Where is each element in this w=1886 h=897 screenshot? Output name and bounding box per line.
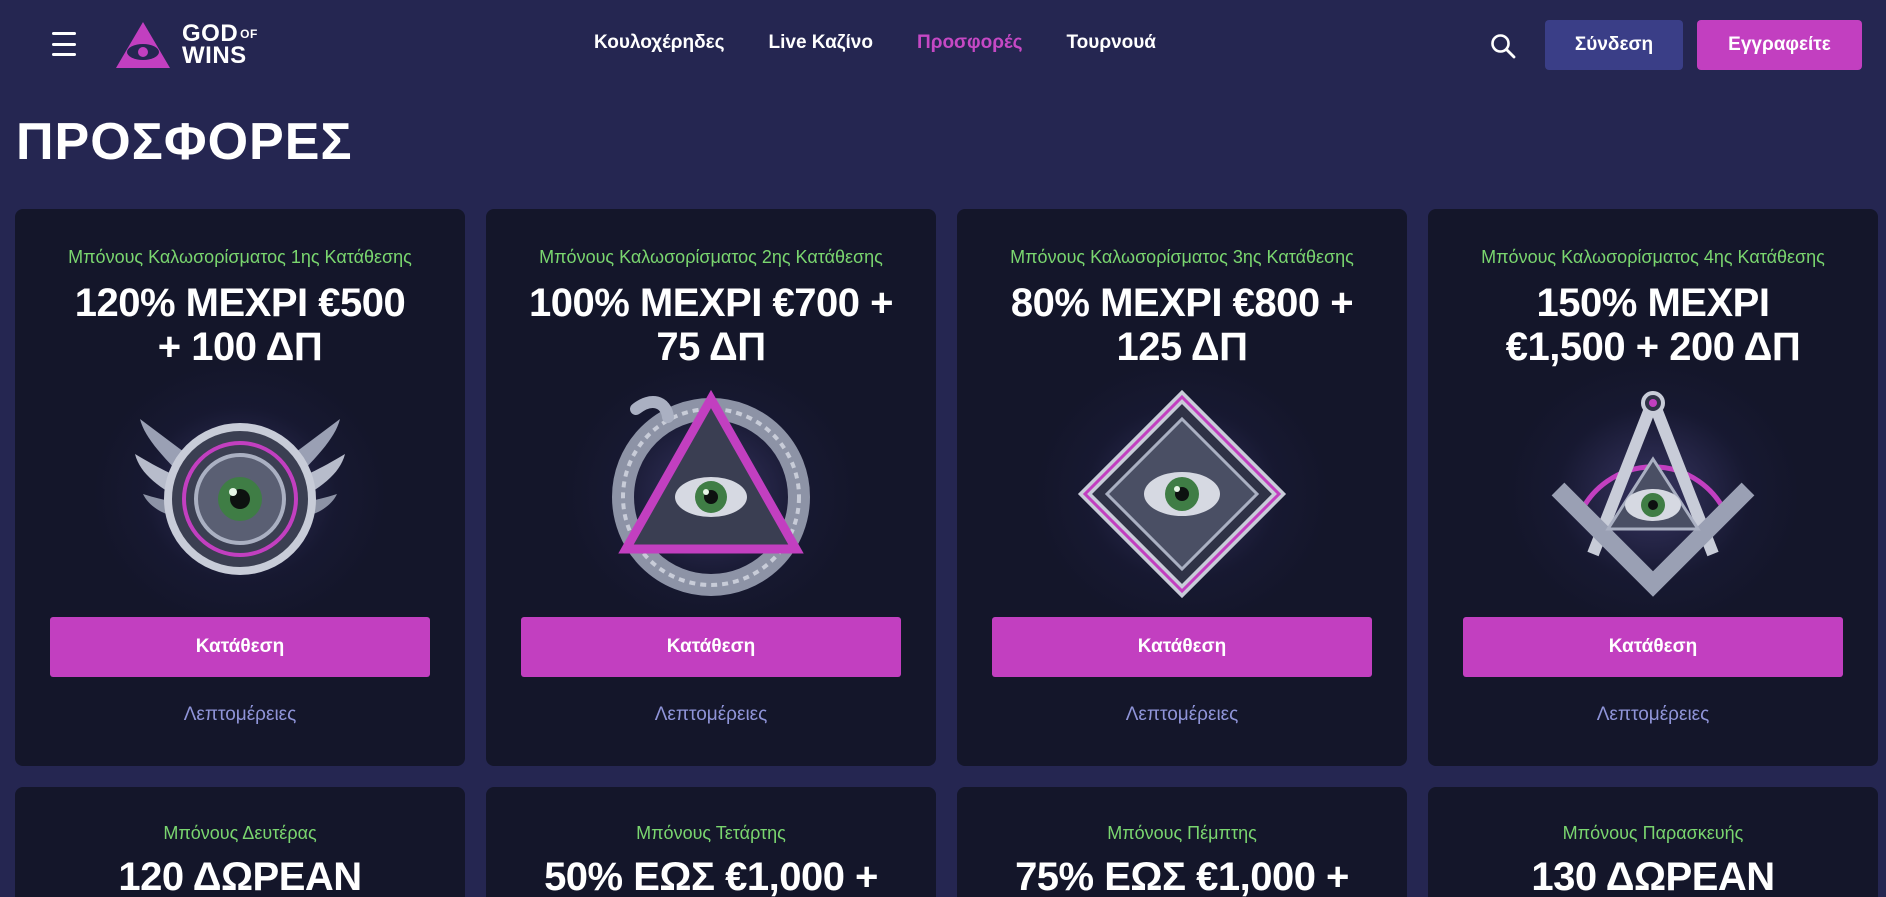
deposit-button[interactable]: Κατάθεση [992,617,1372,677]
deposit-button[interactable]: Κατάθεση [1463,617,1843,677]
login-button[interactable]: Σύνδεση [1545,20,1683,70]
offer-headline: 75% ΕΩΣ €1,000 + [1015,855,1349,897]
compass-square-eye-icon [1551,391,1755,597]
nav-tournaments[interactable]: Τουρνουά [1066,32,1156,54]
details-link[interactable]: Λεπτομέρειες [957,704,1407,726]
eye-pyramid-logo-icon [116,22,170,68]
offer-subtitle: Μπόνους Καλωσορίσματος 2ης Κατάθεσης [539,247,883,267]
offer-subtitle: Μπόνους Παρασκευής [1562,823,1744,843]
nav-live-casino[interactable]: Live Καζίνο [769,32,873,54]
offer-card: Μπόνους Πέμπτης 75% ΕΩΣ €1,000 + [957,787,1407,897]
offer-headline: 100% ΜΕΧΡΙ €700 +75 ΔΠ [529,281,893,369]
nav-promotions[interactable]: Προσφορές [917,32,1022,54]
serpent-triangle-eye-icon [612,389,810,596]
main-nav: Κουλοχέρηδες Live Καζίνο Προσφορές Τουρν… [594,32,1156,54]
offer-card: Μπόνους Καλωσορίσματος 3ης Κατάθεσης 80%… [957,209,1407,766]
diamond-eye-icon [1077,389,1287,599]
logo[interactable]: GOD OF WINS [114,18,258,72]
offer-subtitle: Μπόνους Δευτέρας [163,823,317,843]
offer-card: Μπόνους Καλωσορίσματος 4ης Κατάθεσης 150… [1428,209,1878,766]
deposit-button[interactable]: Κατάθεση [50,617,430,677]
winged-eye-icon [135,419,345,575]
offer-headline: 130 ΔΩΡΕΑΝ [1531,855,1775,897]
deposit-button[interactable]: Κατάθεση [521,617,901,677]
offer-headline: 50% ΕΩΣ €1,000 + [544,855,878,897]
site-header: GOD OF WINS Κουλοχέρηδες Live Καζίνο Προσ… [0,0,1886,90]
offer-headline: 120 ΔΩΡΕΑΝ [118,855,362,897]
offer-subtitle: Μπόνους Καλωσορίσματος 4ης Κατάθεσης [1481,247,1825,267]
offer-subtitle: Μπόνους Καλωσορίσματος 1ης Κατάθεσης [68,247,412,267]
nav-slots[interactable]: Κουλοχέρηδες [594,32,725,54]
offer-card: Μπόνους Καλωσορίσματος 2ης Κατάθεσης 100… [486,209,936,766]
details-link[interactable]: Λεπτομέρειες [486,704,936,726]
details-link[interactable]: Λεπτομέρειες [1428,704,1878,726]
search-icon[interactable] [1490,33,1516,59]
menu-icon[interactable] [52,32,80,56]
offer-headline: 150% ΜΕΧΡΙ €1,500 + 200 ΔΠ [1505,281,1801,369]
offer-subtitle: Μπόνους Καλωσορίσματος 3ης Κατάθεσης [1010,247,1354,267]
offer-subtitle: Μπόνους Πέμπτης [1107,823,1257,843]
logo-text: GOD OF WINS [182,20,258,69]
offer-card: Μπόνους Καλωσορίσματος 1ης Κατάθεσης 120… [15,209,465,766]
register-button[interactable]: Εγγραφείτε [1697,20,1862,70]
offer-headline: 120% ΜΕΧΡΙ €500 + 100 ΔΠ [74,281,406,369]
offer-subtitle: Μπόνους Τετάρτης [636,823,786,843]
page-title: ΠΡΟΣΦΟΡΕΣ [16,113,353,171]
offer-card: Μπόνους Παρασκευής 130 ΔΩΡΕΑΝ [1428,787,1878,897]
offer-headline: 80% ΜΕΧΡΙ €800 +125 ΔΠ [1010,281,1354,369]
offer-card: Μπόνους Δευτέρας 120 ΔΩΡΕΑΝ [15,787,465,897]
offers-grid: Μπόνους Καλωσορίσματος 1ης Κατάθεσης 120… [15,209,1881,897]
details-link[interactable]: Λεπτομέρειες [15,704,465,726]
offer-card: Μπόνους Τετάρτης 50% ΕΩΣ €1,000 + [486,787,936,897]
